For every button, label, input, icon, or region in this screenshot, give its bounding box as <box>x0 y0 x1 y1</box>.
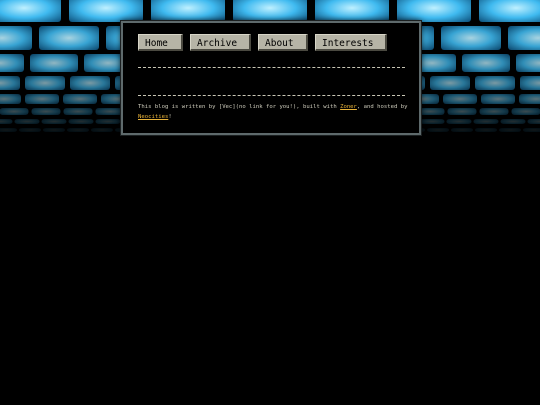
floor-tile <box>233 0 307 22</box>
nav-archive-button[interactable]: Archive <box>190 34 251 51</box>
floor-tile <box>151 0 225 22</box>
footer-text-middle: , and hosted by <box>356 104 408 110</box>
floor-tile <box>0 26 32 50</box>
page: Home Archive About Interests This blog i… <box>0 0 540 405</box>
floor-tile <box>25 76 65 90</box>
floor-tile <box>441 26 501 50</box>
floor-tile <box>520 76 540 90</box>
nav-home-button[interactable]: Home <box>138 34 183 51</box>
floor-tile <box>479 0 540 22</box>
neocities-link[interactable]: Neocities <box>138 114 168 120</box>
bottom-divider <box>138 95 405 96</box>
floor-tile <box>70 76 110 90</box>
zoner-link[interactable]: Zoner <box>340 104 357 110</box>
floor-tile <box>0 0 61 22</box>
footer-text: This blog is written by [Vec](no link fo… <box>138 102 410 122</box>
floor-tile <box>30 54 78 72</box>
floor-tile <box>397 0 471 22</box>
floor-tile <box>0 54 24 72</box>
floor-tile <box>430 76 470 90</box>
floor-tile <box>508 26 540 50</box>
top-divider <box>138 67 405 68</box>
nav-about-button[interactable]: About <box>258 34 308 51</box>
floor-tile <box>462 54 510 72</box>
floor-tile <box>315 0 389 22</box>
nav-bar: Home Archive About Interests <box>138 34 405 54</box>
floor-tile <box>0 76 20 90</box>
nav-interests-button[interactable]: Interests <box>315 34 387 51</box>
floor-tile <box>516 54 540 72</box>
floor-tile <box>69 0 143 22</box>
blog-panel: Home Archive About Interests This blog i… <box>121 21 421 135</box>
footer-text-after: ! <box>168 114 172 120</box>
footer-text-before: This blog is written by [Vec](no link fo… <box>138 104 341 110</box>
floor-tile <box>475 76 515 90</box>
floor-tile <box>39 26 99 50</box>
